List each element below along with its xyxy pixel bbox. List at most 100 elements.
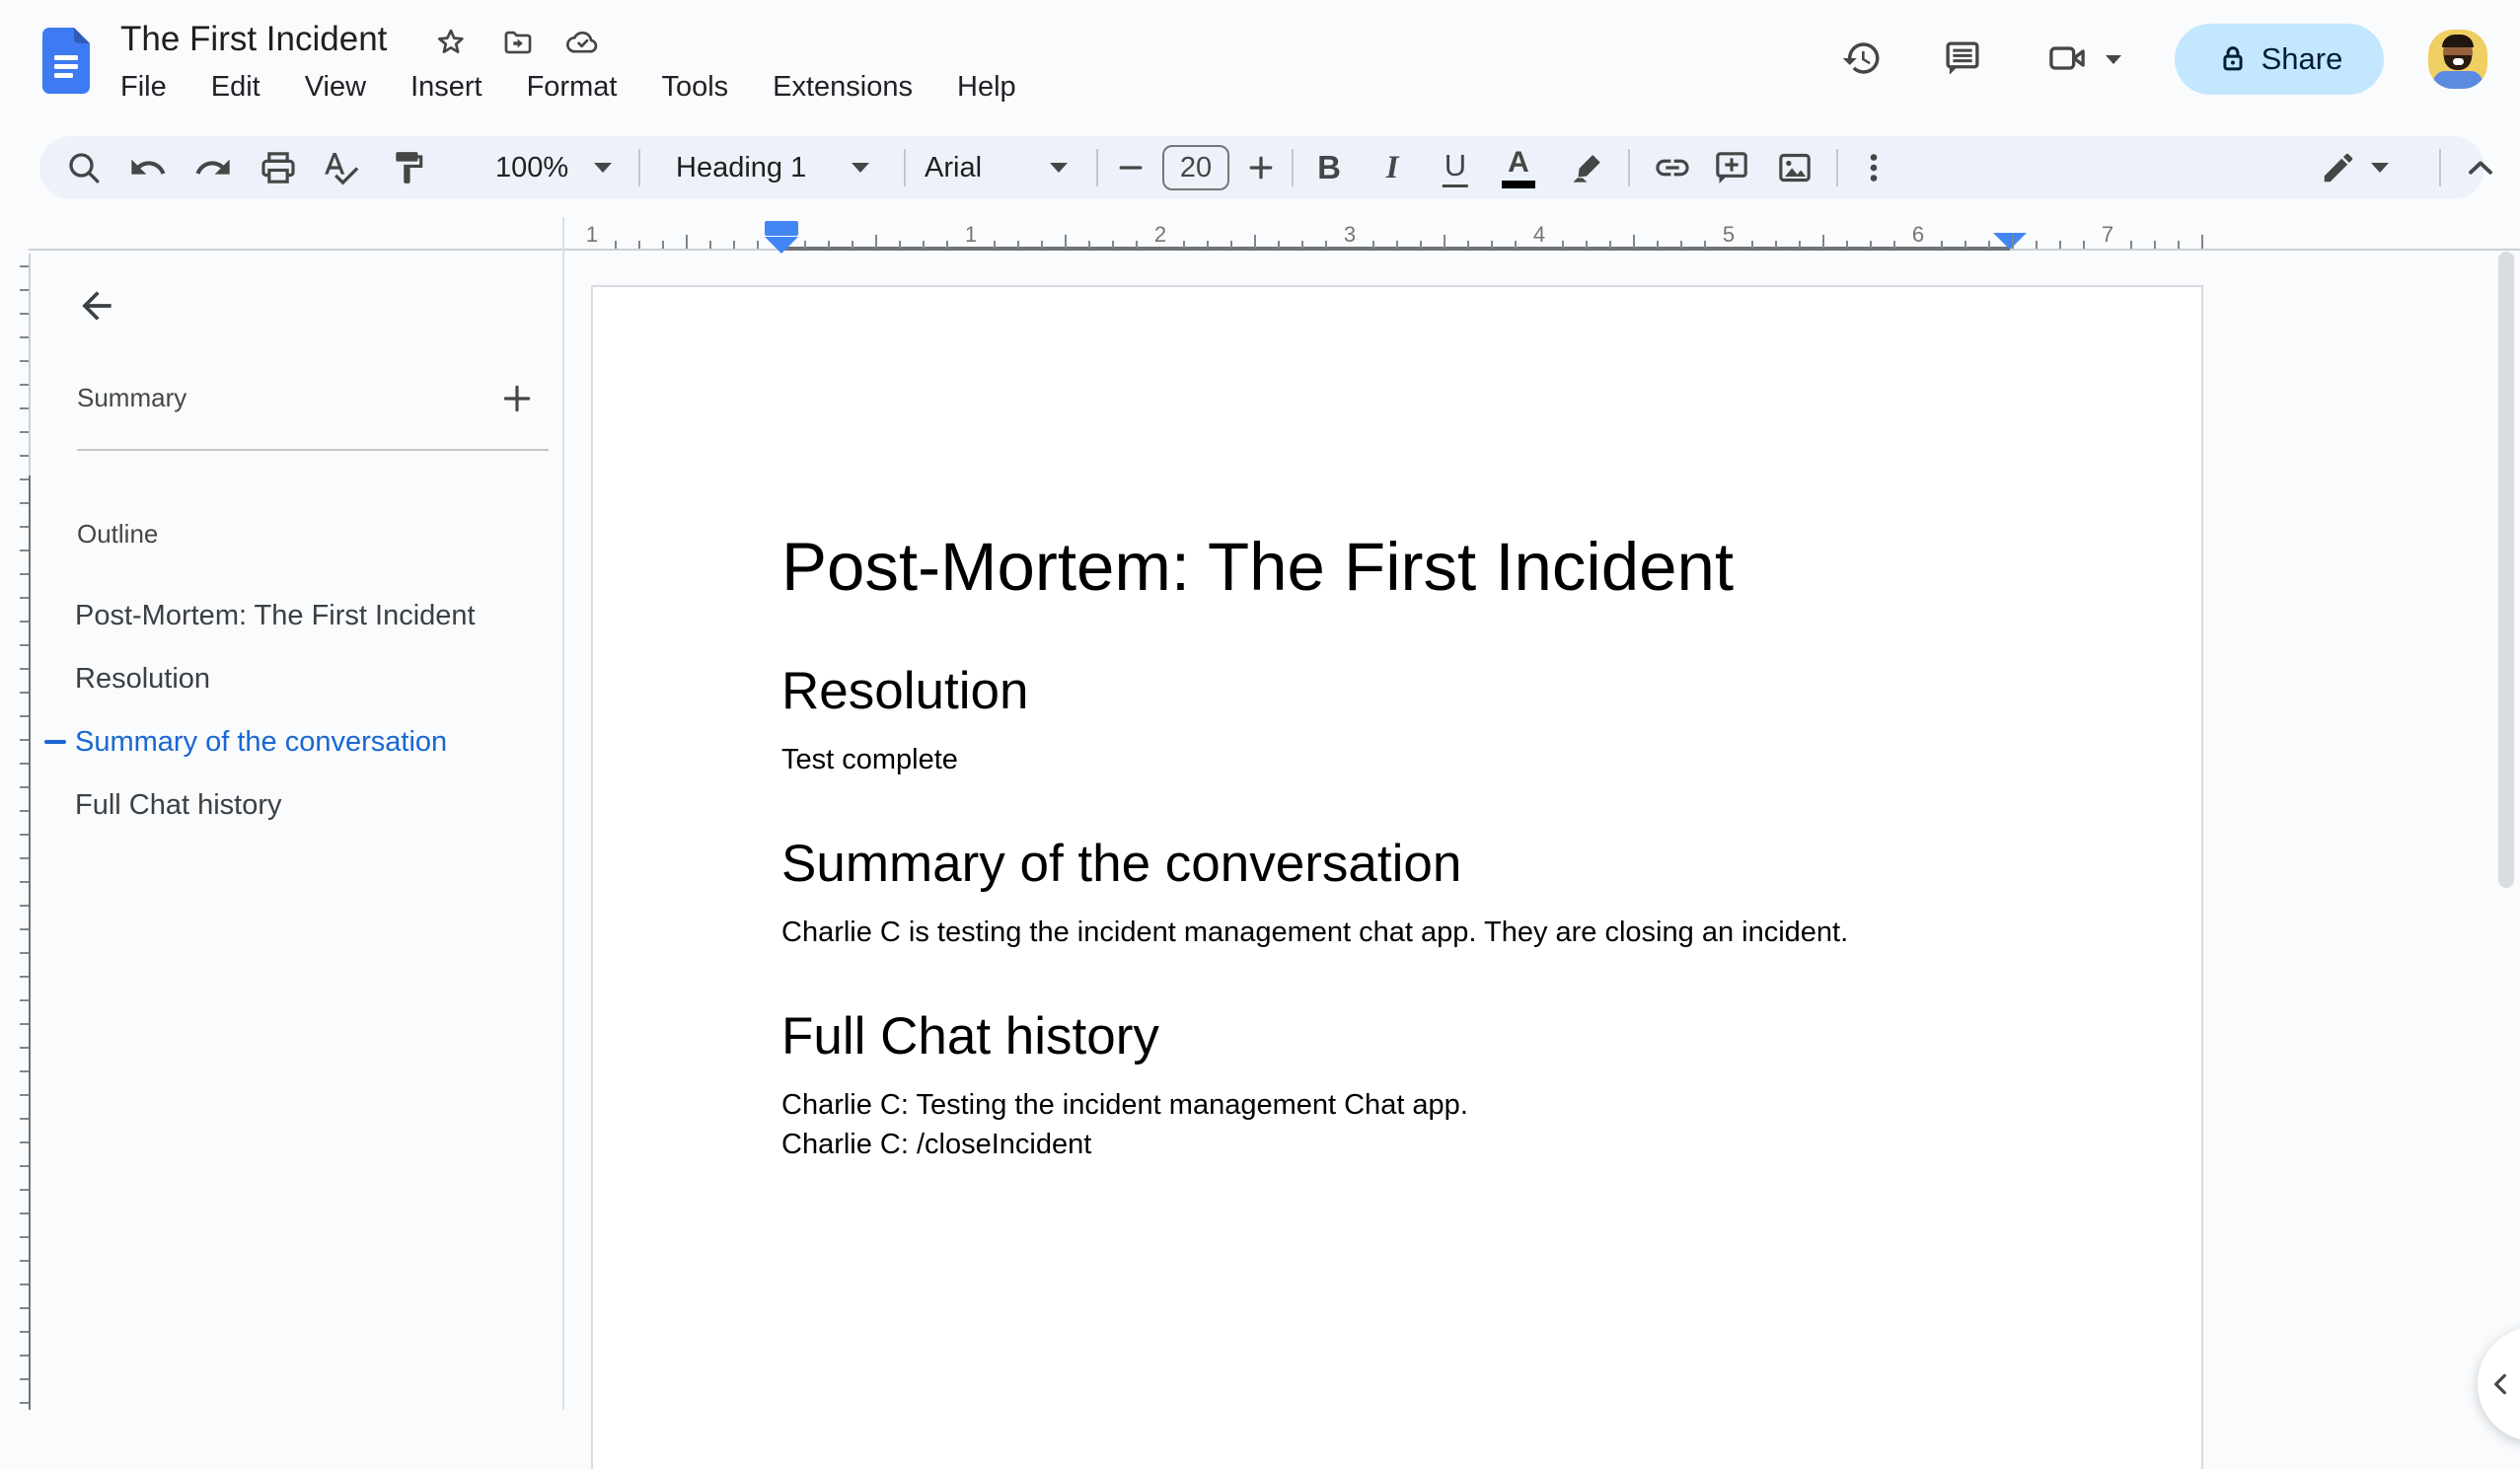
font-size-input[interactable]: 20 — [1162, 145, 1229, 190]
toolbar-divider — [2439, 149, 2441, 186]
menu-insert[interactable]: Insert — [410, 71, 482, 104]
ruler-tick — [615, 241, 617, 249]
ruler-tick — [1609, 241, 1611, 249]
outline-item[interactable]: Post-Mortem: The First Incident — [30, 584, 553, 647]
ruler-tick — [1017, 241, 1019, 249]
ruler-tick — [1586, 241, 1588, 249]
ruler-tick — [875, 235, 877, 249]
add-comment-icon[interactable] — [1712, 136, 1751, 199]
hide-menus-icon[interactable] — [2461, 136, 2500, 199]
decrease-font-size-icon[interactable] — [1113, 136, 1149, 199]
add-summary-icon[interactable] — [497, 379, 537, 418]
editing-mode-dropdown-icon[interactable] — [2371, 136, 2389, 199]
version-history-icon[interactable] — [1841, 37, 1883, 79]
insert-image-icon[interactable] — [1775, 136, 1815, 199]
doc-heading[interactable]: Resolution — [781, 661, 2013, 722]
video-call-dropdown-icon[interactable] — [2106, 55, 2121, 64]
menu-extensions[interactable]: Extensions — [773, 71, 913, 104]
outline-item[interactable]: Summary of the conversation — [30, 710, 553, 773]
doc-title[interactable]: Post-Mortem: The First Incident — [781, 528, 2013, 607]
ruler-number: 5 — [1722, 222, 1736, 247]
ruler-tick — [20, 478, 29, 480]
font-dropdown-icon[interactable] — [1050, 136, 1068, 199]
doc-paragraph[interactable]: Charlie C: /closeIncident — [781, 1125, 2013, 1164]
ruler-tick — [1775, 241, 1777, 249]
vertical-scrollbar-thumb[interactable] — [2498, 252, 2514, 888]
document-content: Post-Mortem: The First Incident Resoluti… — [593, 287, 2201, 1164]
ruler-tick — [20, 313, 29, 315]
document-title-field[interactable]: The First Incident — [120, 20, 387, 59]
doc-paragraph[interactable]: Charlie C: Testing the incident manageme… — [781, 1085, 2013, 1125]
menu-help[interactable]: Help — [957, 71, 1016, 104]
ruler-tick — [1704, 241, 1706, 249]
ruler-tick — [20, 1378, 29, 1380]
doc-paragraph[interactable]: Test complete — [781, 740, 2013, 779]
ruler-tick — [20, 1236, 29, 1238]
move-folder-icon[interactable] — [501, 26, 535, 59]
ruler-tick — [638, 241, 640, 249]
ruler-number: 2 — [1153, 222, 1167, 247]
ruler-tick — [20, 928, 29, 930]
cloud-saved-icon[interactable] — [564, 26, 598, 59]
ruler-tick — [1751, 241, 1753, 249]
undo-icon[interactable] — [128, 136, 168, 199]
underline-button[interactable]: U — [1442, 136, 1469, 199]
style-dropdown-icon[interactable] — [852, 136, 869, 199]
docs-logo-icon[interactable] — [41, 26, 91, 95]
avatar-mouth — [2453, 58, 2464, 65]
outline-item[interactable]: Full Chat history — [30, 773, 553, 837]
outline-item-label: Resolution — [75, 662, 211, 695]
outline-item[interactable]: Resolution — [30, 647, 553, 710]
zoom-dropdown-icon[interactable] — [594, 136, 612, 199]
menu-file[interactable]: File — [120, 71, 167, 104]
outline-item-label: Summary of the conversation — [75, 725, 448, 758]
star-icon[interactable] — [434, 26, 468, 59]
search-menus-icon[interactable] — [64, 136, 104, 199]
video-call-icon[interactable] — [2044, 37, 2086, 79]
ruler-tick — [20, 1023, 29, 1025]
print-icon[interactable] — [259, 136, 298, 199]
close-outline-back-icon[interactable] — [75, 284, 118, 328]
font-select[interactable]: Arial — [925, 136, 982, 199]
paint-format-icon[interactable] — [390, 136, 427, 199]
doc-paragraph[interactable]: Charlie C is testing the incident manage… — [781, 913, 2013, 952]
redo-icon[interactable] — [193, 136, 233, 199]
right-indent-marker[interactable] — [1993, 233, 2027, 250]
share-button[interactable]: Share — [2175, 24, 2384, 95]
ruler-tick — [852, 241, 853, 249]
zoom-select[interactable]: 100% — [495, 136, 568, 199]
text-color-button[interactable]: A — [1502, 136, 1535, 199]
insert-link-icon[interactable] — [1653, 136, 1692, 199]
more-options-icon[interactable] — [1856, 136, 1891, 199]
ruler-tick — [828, 241, 830, 249]
left-indent-marker[interactable] — [765, 237, 798, 254]
first-line-indent-marker[interactable] — [765, 221, 798, 236]
ruler-tick — [20, 360, 29, 362]
bold-button[interactable]: B — [1317, 136, 1341, 199]
doc-heading[interactable]: Summary of the conversation — [781, 834, 2013, 895]
highlight-color-icon[interactable] — [1568, 136, 1607, 199]
menu-edit[interactable]: Edit — [211, 71, 260, 104]
editing-mode-pencil-icon[interactable] — [2320, 136, 2357, 199]
ruler-tick — [757, 241, 759, 249]
sidebar-divider — [77, 449, 549, 451]
increase-font-size-icon[interactable] — [1243, 136, 1279, 199]
comments-icon[interactable] — [1942, 37, 1983, 79]
spellcheck-icon[interactable] — [321, 136, 360, 199]
ruler-tick — [1964, 241, 1966, 249]
ruler-tick — [20, 1331, 29, 1333]
ruler-number: 7 — [2101, 222, 2114, 247]
document-page[interactable]: Post-Mortem: The First Incident Resoluti… — [591, 285, 2203, 1469]
menu-view[interactable]: View — [305, 71, 366, 104]
paragraph-style-select[interactable]: Heading 1 — [676, 136, 806, 199]
ruler-tick — [20, 336, 29, 338]
account-avatar[interactable] — [2428, 30, 2487, 89]
italic-button[interactable]: I — [1386, 136, 1399, 199]
ruler-tick — [20, 857, 29, 859]
menu-format[interactable]: Format — [527, 71, 618, 104]
doc-heading[interactable]: Full Chat history — [781, 1006, 2013, 1067]
ruler-tick — [20, 1212, 29, 1214]
show-side-panel-button[interactable] — [2478, 1327, 2520, 1441]
summary-label: Summary — [77, 383, 187, 412]
menu-tools[interactable]: Tools — [661, 71, 728, 104]
